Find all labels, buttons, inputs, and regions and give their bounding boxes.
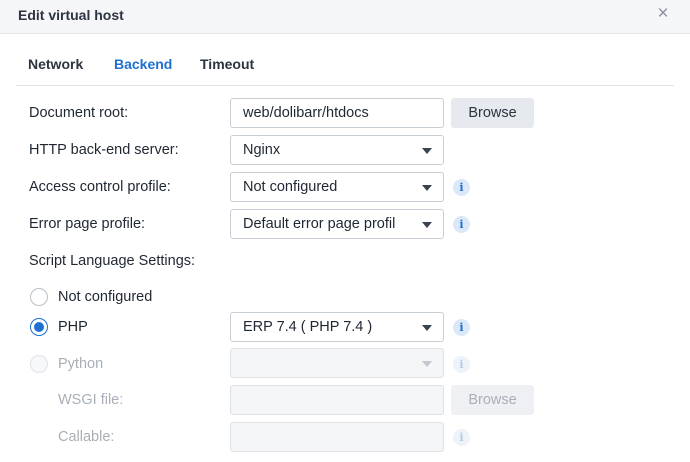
- radio-not-configured[interactable]: [30, 288, 48, 306]
- http-backend-select[interactable]: Nginx: [230, 135, 444, 165]
- http-backend-label: HTTP back-end server:: [29, 142, 179, 158]
- python-profile-select: [230, 348, 444, 378]
- info-icon: i: [453, 356, 470, 373]
- info-icon[interactable]: i: [453, 319, 470, 336]
- radio-python: [30, 355, 48, 373]
- callable-input: [230, 422, 444, 452]
- close-icon[interactable]: ×: [654, 4, 672, 24]
- error-page-label: Error page profile:: [29, 216, 146, 232]
- radio-php-label: PHP: [58, 319, 88, 335]
- radio-not-configured-label: Not configured: [58, 289, 153, 305]
- info-icon: i: [453, 429, 470, 446]
- wsgi-file-label: WSGI file:: [58, 392, 124, 408]
- tab-bar: Network Backend Timeout: [16, 50, 674, 86]
- tab-timeout[interactable]: Timeout: [200, 56, 254, 72]
- document-root-input[interactable]: web/dolibarr/htdocs: [230, 98, 444, 128]
- info-icon[interactable]: i: [453, 179, 470, 196]
- info-icon[interactable]: i: [453, 216, 470, 233]
- chevron-down-icon: [422, 148, 432, 154]
- access-control-value: Not configured: [243, 179, 338, 195]
- tab-backend[interactable]: Backend: [114, 56, 172, 72]
- tab-network[interactable]: Network: [28, 56, 83, 72]
- chevron-down-icon: [422, 222, 432, 228]
- chevron-down-icon: [422, 325, 432, 331]
- error-page-select[interactable]: Default error page profil: [230, 209, 444, 239]
- http-backend-value: Nginx: [243, 142, 281, 158]
- dialog-titlebar: Edit virtual host ×: [0, 0, 690, 34]
- chevron-down-icon: [422, 361, 432, 367]
- php-profile-select[interactable]: ERP 7.4 ( PHP 7.4 ): [230, 312, 444, 342]
- error-page-value: Default error page profil: [243, 216, 396, 232]
- chevron-down-icon: [422, 185, 432, 191]
- php-profile-value: ERP 7.4 ( PHP 7.4 ): [243, 319, 373, 335]
- dialog-title: Edit virtual host: [18, 7, 124, 23]
- access-control-select[interactable]: Not configured: [230, 172, 444, 202]
- radio-php[interactable]: [30, 318, 48, 336]
- wsgi-browse-button: Browse: [451, 385, 534, 415]
- callable-label: Callable:: [58, 429, 115, 445]
- document-root-browse-button[interactable]: Browse: [451, 98, 534, 128]
- radio-python-label: Python: [58, 356, 104, 372]
- access-control-label: Access control profile:: [29, 179, 171, 195]
- wsgi-file-input: [230, 385, 444, 415]
- script-language-settings-label: Script Language Settings:: [29, 253, 196, 269]
- document-root-label: Document root:: [29, 105, 129, 121]
